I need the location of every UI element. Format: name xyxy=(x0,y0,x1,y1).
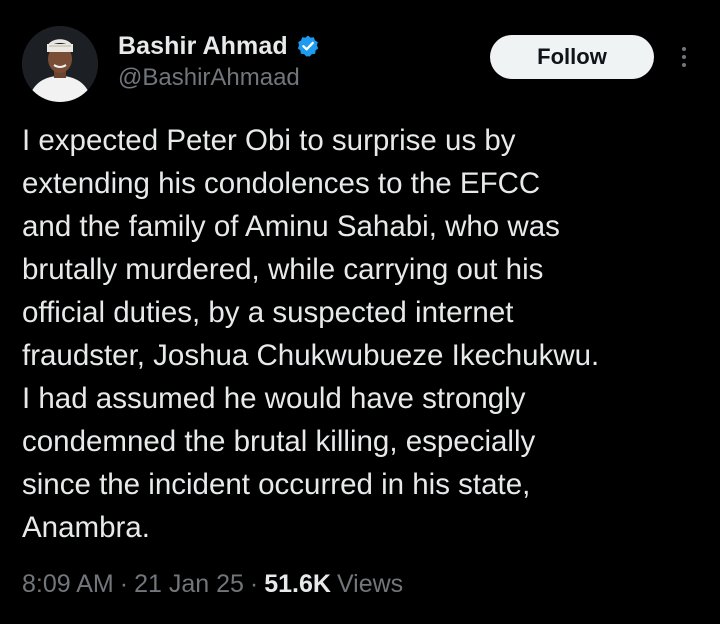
meta-separator: · xyxy=(249,570,259,598)
more-dot xyxy=(682,47,686,51)
follow-button[interactable]: Follow xyxy=(490,35,654,79)
views-count[interactable]: 51.6K xyxy=(264,570,331,599)
tweet-meta: 8:09 AM · 21 Jan 25 · 51.6K Views xyxy=(22,570,403,599)
views-label: Views xyxy=(336,570,404,598)
author-display-name[interactable]: Bashir Ahmad xyxy=(118,32,288,61)
avatar[interactable] xyxy=(22,26,98,102)
author-name-row: Bashir Ahmad xyxy=(118,30,320,62)
meta-separator: · xyxy=(119,570,129,598)
avatar-image xyxy=(22,26,98,102)
tweet-time[interactable]: 8:09 AM xyxy=(22,570,114,599)
more-dot xyxy=(682,63,686,67)
author-handle[interactable]: @BashirAhmaad xyxy=(118,64,300,92)
tweet-text: I expected Peter Obi to surprise us by e… xyxy=(22,124,600,544)
more-vertical-icon[interactable] xyxy=(672,40,696,74)
tweet-date[interactable]: 21 Jan 25 xyxy=(134,570,244,599)
verified-badge-icon[interactable] xyxy=(296,34,320,58)
more-dot xyxy=(682,55,686,59)
tweet-card: Bashir Ahmad @BashirAhmaad Follow I expe… xyxy=(0,0,720,624)
